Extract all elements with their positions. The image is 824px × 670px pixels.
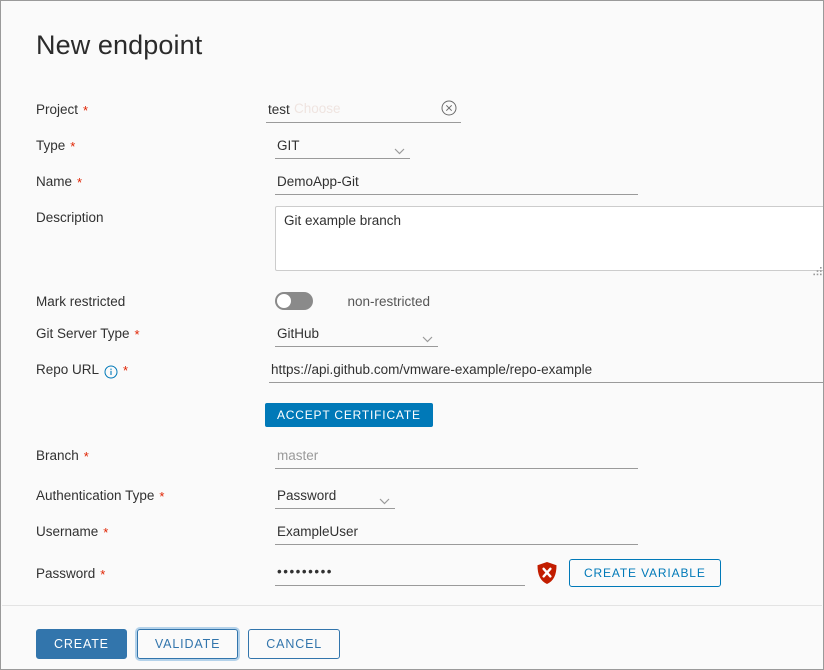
repo-url-control (260, 356, 823, 383)
form-row-username: Username * (1, 518, 823, 554)
required-asterisk: * (70, 139, 76, 154)
project-label: Project * (1, 96, 266, 117)
authentication-type-select[interactable]: Password (275, 484, 395, 509)
project-input-wrap: Choose (266, 98, 461, 123)
form-row-description: Description (1, 204, 823, 283)
type-label-text: Type (36, 138, 66, 153)
username-label-text: Username (36, 524, 99, 539)
mark-restricted-label-text: Mark restricted (36, 294, 126, 309)
git-server-type-label-text: Git Server Type (36, 326, 130, 341)
type-label: Type * (1, 132, 266, 153)
required-asterisk: * (77, 175, 83, 190)
form-row-password: Password * CREATE VARIABLE (1, 554, 823, 592)
password-control: CREATE VARIABLE (266, 559, 721, 587)
type-select[interactable]: GIT (275, 134, 410, 159)
project-input[interactable] (266, 98, 461, 123)
username-label: Username * (1, 518, 266, 539)
type-control: GIT (266, 132, 410, 159)
repo-url-label: Repo URL * (1, 356, 260, 379)
git-server-type-label: Git Server Type * (1, 320, 266, 341)
branch-label-text: Branch (36, 448, 79, 463)
new-endpoint-window: New endpoint Project * Choose (0, 0, 824, 670)
branch-label: Branch * (1, 442, 266, 463)
username-input[interactable] (275, 520, 638, 545)
required-asterisk: * (100, 566, 106, 582)
form-row-repo-url: Repo URL * (1, 356, 823, 392)
footer-actions: CREATE VALIDATE CANCEL (36, 629, 341, 659)
authentication-type-select-wrap: Password (275, 484, 395, 509)
shield-error-icon (536, 561, 558, 585)
page-title: New endpoint (36, 30, 203, 60)
password-label: Password * (1, 566, 266, 581)
mark-restricted-state-text: non-restricted (347, 293, 430, 309)
branch-input[interactable] (275, 444, 638, 469)
project-control: Choose (266, 96, 461, 123)
mark-restricted-control: non-restricted (266, 292, 430, 311)
required-asterisk: * (159, 489, 165, 504)
mark-restricted-label: Mark restricted (1, 294, 266, 309)
info-circle-icon[interactable] (104, 365, 118, 379)
required-asterisk: * (83, 449, 89, 464)
form-row-project: Project * Choose (1, 96, 823, 132)
repo-url-input[interactable] (269, 358, 823, 383)
form-row-name: Name * (1, 168, 823, 204)
form-row-mark-restricted: Mark restricted non-restricted (1, 283, 823, 320)
description-label: Description (1, 204, 266, 225)
required-asterisk: * (123, 363, 129, 378)
authentication-type-control: Password (266, 482, 395, 509)
required-asterisk: * (134, 327, 140, 342)
branch-control (266, 442, 638, 469)
mark-restricted-toggle[interactable] (275, 292, 313, 311)
description-control (266, 204, 823, 276)
authentication-type-label-text: Authentication Type (36, 488, 155, 503)
toggle-knob (276, 293, 292, 310)
cancel-button[interactable]: CANCEL (248, 629, 341, 659)
description-label-text: Description (36, 210, 104, 225)
endpoint-form: Project * Choose Type (1, 96, 823, 592)
description-textarea[interactable] (275, 206, 823, 271)
required-asterisk: * (83, 103, 89, 118)
form-row-git-server-type: Git Server Type * GitHub (1, 320, 823, 356)
create-variable-button[interactable]: CREATE VARIABLE (569, 559, 721, 587)
password-label-text: Password (36, 565, 96, 581)
required-asterisk: * (103, 525, 109, 540)
name-input[interactable] (275, 170, 638, 195)
create-button[interactable]: CREATE (36, 629, 127, 659)
name-control (266, 168, 638, 195)
name-label: Name * (1, 168, 266, 189)
circle-x-icon[interactable] (441, 100, 457, 116)
git-server-type-select[interactable]: GitHub (275, 322, 438, 347)
project-label-text: Project (36, 102, 79, 117)
form-row-authentication-type: Authentication Type * Password (1, 482, 823, 518)
type-select-wrap: GIT (275, 134, 410, 159)
name-label-text: Name (36, 174, 73, 189)
footer-divider (2, 605, 822, 606)
git-server-type-select-wrap: GitHub (275, 322, 438, 347)
authentication-type-label: Authentication Type * (1, 482, 266, 503)
password-input[interactable] (275, 560, 525, 586)
form-row-branch: Branch * (1, 442, 823, 482)
git-server-type-control: GitHub (266, 320, 438, 347)
username-control (266, 518, 638, 545)
form-row-type: Type * GIT (1, 132, 823, 168)
validate-button[interactable]: VALIDATE (136, 629, 239, 659)
repo-url-label-text: Repo URL (36, 362, 100, 377)
accept-certificate-button[interactable]: ACCEPT CERTIFICATE (265, 403, 433, 427)
